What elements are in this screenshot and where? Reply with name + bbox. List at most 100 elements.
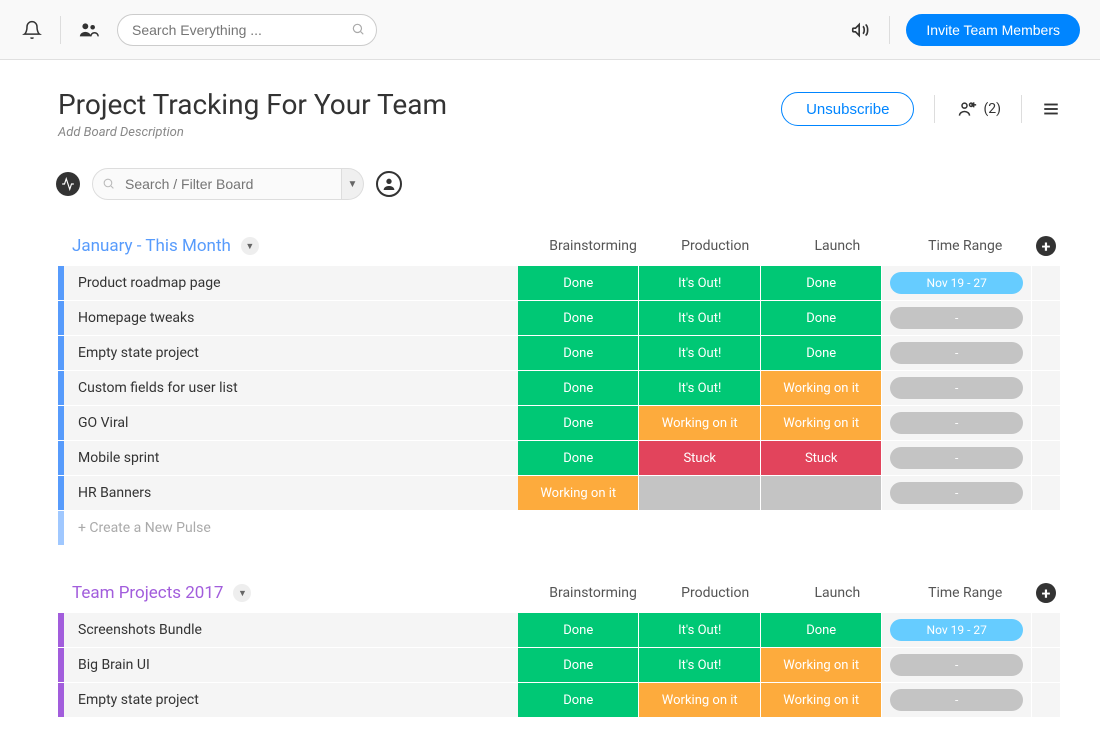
status-cell[interactable]: Done xyxy=(518,266,638,300)
status-cell[interactable]: Working on it xyxy=(761,683,881,717)
row-name-cell[interactable]: Mobile sprint xyxy=(58,441,518,475)
timerange-cell[interactable]: Nov 19 - 27 xyxy=(882,613,1031,647)
column-header[interactable]: Launch xyxy=(776,585,898,601)
row-name-cell[interactable]: Custom fields for user list xyxy=(58,371,518,405)
status-cell[interactable]: It's Out! xyxy=(639,648,759,682)
megaphone-icon[interactable] xyxy=(849,18,873,42)
timerange-pill: - xyxy=(890,412,1023,434)
people-icon[interactable] xyxy=(77,18,101,42)
row-name-cell[interactable]: HR Banners xyxy=(58,476,518,510)
timerange-cell[interactable]: - xyxy=(882,476,1031,510)
timerange-cell[interactable]: - xyxy=(882,441,1031,475)
timerange-cell[interactable]: - xyxy=(882,406,1031,440)
row-name-cell: + Create a New Pulse xyxy=(58,511,518,545)
status-cell[interactable] xyxy=(639,476,759,510)
timerange-pill: - xyxy=(890,689,1023,711)
row-name: Screenshots Bundle xyxy=(64,622,202,638)
status-cell[interactable]: It's Out! xyxy=(639,371,759,405)
row-name-cell[interactable]: Screenshots Bundle xyxy=(58,613,518,647)
status-cell[interactable]: Working on it xyxy=(761,371,881,405)
invite-button[interactable]: Invite Team Members xyxy=(906,14,1080,46)
row-name-cell[interactable]: GO Viral xyxy=(58,406,518,440)
timerange-pill: - xyxy=(890,377,1023,399)
person-filter[interactable] xyxy=(376,171,402,197)
status-cell[interactable]: Done xyxy=(518,648,638,682)
status-cell[interactable]: Working on it xyxy=(639,406,759,440)
table-row: Big Brain UIDoneIt's Out!Working on it- xyxy=(58,648,1060,682)
trailing-cell xyxy=(1032,511,1060,545)
row-name-cell[interactable]: Homepage tweaks xyxy=(58,301,518,335)
activity-icon[interactable] xyxy=(56,172,80,196)
unsubscribe-button[interactable]: Unsubscribe xyxy=(781,92,914,126)
row-name: Mobile sprint xyxy=(64,450,159,466)
status-cell[interactable]: Working on it xyxy=(761,648,881,682)
bell-icon[interactable] xyxy=(20,18,44,42)
column-header[interactable]: Production xyxy=(654,585,776,601)
row-name-cell[interactable]: Empty state project xyxy=(58,336,518,370)
trailing-cell xyxy=(1032,336,1060,370)
column-header[interactable]: Launch xyxy=(776,238,898,254)
status-cell[interactable]: Done xyxy=(518,336,638,370)
status-cell[interactable]: Done xyxy=(518,613,638,647)
board-filter-input[interactable] xyxy=(92,168,342,200)
status-cell[interactable]: Done xyxy=(761,613,881,647)
column-headers: BrainstormingProductionLaunchTime Range xyxy=(532,585,1032,601)
search-icon xyxy=(102,177,115,190)
page-description[interactable]: Add Board Description xyxy=(58,125,781,140)
status-cell[interactable]: It's Out! xyxy=(639,266,759,300)
status-cell[interactable]: It's Out! xyxy=(639,336,759,370)
row-name-cell[interactable]: Empty state project xyxy=(58,683,518,717)
row-cells: DoneWorking on itWorking on it- xyxy=(518,683,1060,717)
add-column-button[interactable]: + xyxy=(1032,236,1060,256)
status-cell[interactable]: Done xyxy=(518,301,638,335)
filter-dropdown[interactable]: ▼ xyxy=(342,168,364,200)
add-column-button[interactable]: + xyxy=(1032,583,1060,603)
timerange-cell[interactable]: Nov 19 - 27 xyxy=(882,266,1031,300)
group-header: January - This Month ▼ BrainstormingProduc… xyxy=(58,236,1060,266)
status-cell[interactable]: Working on it xyxy=(639,683,759,717)
status-cell[interactable] xyxy=(761,476,881,510)
column-header[interactable]: Brainstorming xyxy=(532,585,654,601)
timerange-cell[interactable]: - xyxy=(882,301,1031,335)
status-cell[interactable]: Done xyxy=(518,683,638,717)
row-name-cell[interactable]: Big Brain UI xyxy=(58,648,518,682)
status-cell[interactable]: Done xyxy=(518,371,638,405)
column-header[interactable]: Time Range xyxy=(898,585,1032,601)
group-title[interactable]: January - This Month xyxy=(72,236,231,256)
status-cell[interactable]: It's Out! xyxy=(639,301,759,335)
column-header[interactable]: Time Range xyxy=(898,238,1032,254)
group-title-wrap: January - This Month ▼ xyxy=(72,236,532,256)
status-cell[interactable]: Working on it xyxy=(518,476,638,510)
chevron-down-icon[interactable]: ▼ xyxy=(241,237,259,255)
timerange-cell[interactable]: - xyxy=(882,683,1031,717)
trailing-cell xyxy=(1032,648,1060,682)
member-count: (2) xyxy=(983,101,1001,117)
timerange-cell[interactable]: - xyxy=(882,648,1031,682)
rows: Product roadmap pageDoneIt's Out!DoneNov… xyxy=(58,266,1060,545)
divider xyxy=(934,95,935,123)
column-header[interactable]: Brainstorming xyxy=(532,238,654,254)
group-title[interactable]: Team Projects 2017 xyxy=(72,583,223,603)
chevron-down-icon[interactable]: ▼ xyxy=(233,584,251,602)
members-indicator[interactable]: (2) xyxy=(955,99,1001,119)
status-cell[interactable]: Done xyxy=(518,406,638,440)
status-cell[interactable]: Done xyxy=(761,266,881,300)
create-pulse-row[interactable]: + Create a New Pulse xyxy=(58,511,1060,545)
global-search-input[interactable] xyxy=(117,14,377,46)
status-cell[interactable]: Stuck xyxy=(639,441,759,475)
status-cell[interactable]: Done xyxy=(518,441,638,475)
row-cells: DoneIt's Out!DoneNov 19 - 27 xyxy=(518,613,1060,647)
menu-icon[interactable] xyxy=(1042,100,1060,118)
status-cell[interactable]: Done xyxy=(761,301,881,335)
status-cell[interactable]: It's Out! xyxy=(639,613,759,647)
row-name-cell[interactable]: Product roadmap page xyxy=(58,266,518,300)
table-row: Empty state projectDoneWorking on itWork… xyxy=(58,683,1060,717)
column-header[interactable]: Production xyxy=(654,238,776,254)
status-cell[interactable]: Working on it xyxy=(761,406,881,440)
status-cell[interactable]: Done xyxy=(761,336,881,370)
table-row: Custom fields for user listDoneIt's Out!… xyxy=(58,371,1060,405)
status-cell[interactable]: Stuck xyxy=(761,441,881,475)
timerange-cell[interactable]: - xyxy=(882,336,1031,370)
row-cells: DoneIt's Out!Working on it- xyxy=(518,371,1060,405)
timerange-cell[interactable]: - xyxy=(882,371,1031,405)
